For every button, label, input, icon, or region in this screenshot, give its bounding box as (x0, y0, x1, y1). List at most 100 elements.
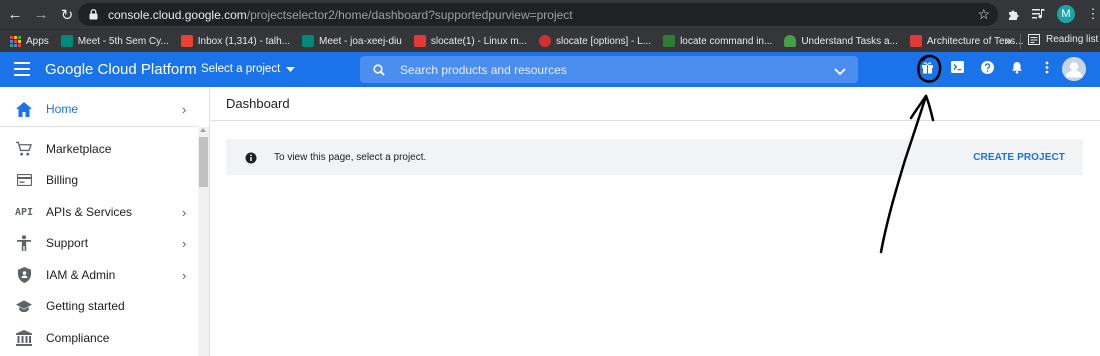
reading-list-icon (1028, 34, 1040, 45)
browser-menu-icon[interactable]: ⋮ (1085, 3, 1100, 25)
sidebar-item-apis[interactable]: API APIs & Services › (0, 196, 198, 228)
bookmark-label: slocate [options] - L... (556, 35, 652, 47)
bank-icon (16, 330, 32, 346)
help-icon[interactable] (980, 60, 994, 74)
forward-arrow-icon[interactable]: → (30, 4, 52, 26)
cloud-shell-icon[interactable] (950, 60, 964, 74)
bookmark-label: Inbox (1,314) - talh... (197, 35, 291, 47)
bookmark-label: slocate(1) - Linux m... (430, 35, 527, 47)
bookmark-understand[interactable]: Understand Tasks a... (784, 35, 898, 47)
profile-avatar[interactable]: M (1057, 5, 1075, 23)
reload-icon[interactable]: ↻ (56, 4, 78, 26)
graduation-icon (16, 298, 32, 314)
sidebar-item-label: Support (46, 236, 89, 250)
sidebar-item-home[interactable]: Home › (0, 93, 198, 125)
project-selector-label: Select a project (201, 63, 281, 75)
more-bookmarks-icon[interactable]: » (1005, 34, 1012, 48)
sidebar-item-iam[interactable]: IAM & Admin › (0, 259, 198, 291)
chevron-right-icon: › (182, 235, 187, 251)
page-title: Dashboard (226, 96, 290, 111)
sidebar-item-billing[interactable]: Billing (0, 164, 198, 196)
person-icon (1062, 57, 1086, 81)
meet-icon (60, 35, 73, 47)
chevron-right-icon: › (182, 267, 187, 283)
gift-icon[interactable] (920, 60, 934, 74)
sidebar-item-getting-started[interactable]: Getting started (0, 290, 198, 322)
select-project-notice: To view this page, select a project. CRE… (226, 139, 1083, 175)
bookmark-apps[interactable]: Apps (10, 35, 49, 47)
notice-message: To view this page, select a project. (274, 152, 427, 163)
search-input[interactable]: Search products and resources (360, 56, 858, 83)
gfg-icon (663, 35, 676, 47)
search-icon (373, 63, 387, 76)
platform-title[interactable]: Google Cloud Platform (45, 61, 197, 78)
account-avatar[interactable] (1062, 57, 1086, 81)
bookmark-label: Meet - 5th Sem Cy... (77, 35, 169, 47)
bookmark-label: Apps (26, 35, 49, 47)
android-icon (784, 35, 797, 47)
meet-icon (302, 35, 315, 47)
bookmark-meet-2[interactable]: Meet - joa-xeej-diu (302, 35, 402, 47)
sidebar-item-label: Marketplace (46, 142, 112, 156)
info-icon (245, 151, 257, 164)
scrollbar-thumb[interactable] (199, 137, 208, 187)
project-selector[interactable]: Select a project (201, 63, 296, 75)
support-icon (16, 235, 32, 251)
lock-icon (86, 9, 100, 20)
extensions-puzzle-icon[interactable] (1005, 3, 1021, 25)
address-bar[interactable]: console.cloud.google.com/projectselector… (78, 3, 998, 26)
sidebar-item-marketplace[interactable]: Marketplace (0, 133, 198, 165)
home-icon (16, 101, 32, 117)
create-project-button[interactable]: CREATE PROJECT (973, 152, 1065, 163)
sidebar-item-compliance[interactable]: Compliance (0, 322, 198, 354)
sidebar-item-label: APIs & Services (46, 205, 133, 219)
bookmark-divider (1020, 34, 1021, 49)
sidebar-scrollbar[interactable] (198, 127, 209, 356)
tensorflow-icon (909, 35, 922, 47)
media-queue-icon[interactable] (1031, 3, 1047, 25)
bookmark-star-icon[interactable]: ☆ (977, 6, 990, 23)
bookmark-slocate-1[interactable]: slocate(1) - Linux m... (413, 35, 527, 47)
scroll-up-arrow-icon[interactable] (200, 128, 206, 132)
cart-icon (16, 141, 32, 157)
bookmark-locate[interactable]: locate command in... (663, 35, 772, 47)
die-icon (413, 35, 426, 47)
api-icon: API (14, 206, 34, 218)
reading-list[interactable]: Reading list (1028, 34, 1098, 45)
bookmark-label: Understand Tasks a... (801, 35, 898, 47)
more-vert-icon[interactable] (1040, 60, 1054, 74)
caret-down-icon (286, 66, 296, 72)
reading-list-label: Reading list (1046, 34, 1099, 45)
sidebar-divider (0, 126, 198, 127)
bookmark-label: Meet - joa-xeej-diu (319, 35, 402, 47)
bookmark-label: locate command in... (680, 35, 773, 47)
sidebar-item-label: Compliance (46, 331, 110, 345)
notifications-bell-icon[interactable] (1010, 60, 1024, 74)
url-text: console.cloud.google.com/projectselector… (108, 7, 573, 22)
hamburger-menu-icon[interactable] (14, 62, 30, 76)
chevron-right-icon: › (182, 204, 187, 220)
bookmark-meet-1[interactable]: Meet - 5th Sem Cy... (60, 35, 169, 47)
apps-grid-icon (10, 35, 21, 47)
page-header: Dashboard (211, 87, 1100, 121)
bookmark-slocate-2[interactable]: slocate [options] - L... (539, 35, 651, 47)
opera-icon (539, 35, 551, 47)
sidebar-item-label: IAM & Admin (46, 268, 116, 282)
sidebar-item-label: Home (46, 102, 79, 116)
shield-icon (16, 267, 32, 283)
gcp-header: Google Cloud Platform Select a project S… (0, 52, 1100, 87)
billing-icon (16, 172, 32, 188)
bookmarks-bar: Apps Meet - 5th Sem Cy... Inbox (1,314) … (0, 29, 1100, 52)
sidebar: Home › Marketplace Billing API APIs & Se… (0, 87, 210, 356)
sidebar-item-label: Billing (46, 173, 79, 187)
chevron-down-icon[interactable] (834, 63, 846, 81)
sidebar-item-support[interactable]: Support › (0, 227, 198, 259)
chevron-right-icon: › (182, 101, 187, 117)
browser-toolbar: ← → ↻ console.cloud.google.com/projectse… (0, 0, 1100, 29)
sidebar-item-label: Getting started (46, 299, 125, 313)
search-placeholder: Search products and resources (400, 62, 567, 77)
main-content: Dashboard To view this page, select a pr… (211, 87, 1100, 356)
bookmark-gmail[interactable]: Inbox (1,314) - talh... (180, 35, 291, 47)
back-arrow-icon[interactable]: ← (4, 4, 26, 26)
gmail-icon (180, 35, 193, 47)
